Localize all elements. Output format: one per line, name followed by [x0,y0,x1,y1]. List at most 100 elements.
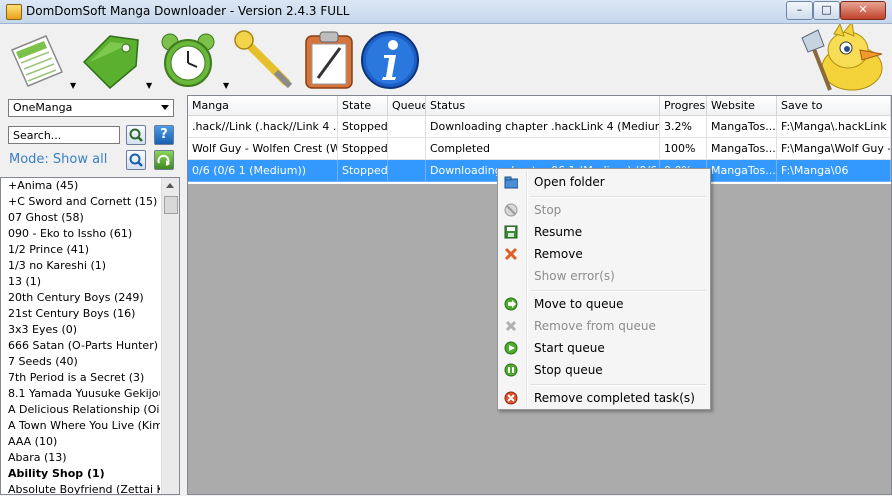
table-cell-save-to[interactable]: F:\Manga\06 [777,160,891,182]
maximize-button[interactable]: □ [813,1,840,20]
list-item[interactable]: 7th Period is a Secret (3) [1,370,160,386]
menu-item-label: Remove [534,247,583,261]
list-item[interactable]: 7 Seeds (40) [1,354,160,370]
list-item[interactable]: 3x3 Eyes (0) [1,322,160,338]
menu-item-label: Remove completed task(s) [534,391,695,405]
remove-x-icon [504,247,518,261]
list-item[interactable]: Ability Shop (1) [1,466,160,482]
list-item[interactable]: 21st Century Boys (16) [1,306,160,322]
column-header-progress[interactable]: Progress [660,96,707,116]
pause-icon [504,363,518,377]
list-item[interactable]: 20th Century Boys (249) [1,290,160,306]
list-dropdown-arrow[interactable]: ▼ [70,81,76,90]
search-input[interactable] [8,126,120,144]
table-cell-status[interactable]: Completed [426,138,660,160]
list-icon[interactable] [6,32,66,90]
folder-icon [504,176,518,189]
title-bar: DomDomSoft Manga Downloader - Version 2.… [0,0,892,24]
info-icon[interactable] [360,30,420,90]
table-cell-progress[interactable]: 100% [660,138,707,160]
column-header-website[interactable]: Website [707,96,777,116]
table-cell-queue[interactable] [388,160,426,182]
menu-separator [530,290,706,292]
list-item[interactable]: 07 Ghost (58) [1,210,160,226]
menu-separator [530,196,706,198]
list-item[interactable]: 13 (1) [1,274,160,290]
table-cell-status[interactable]: Downloading chapter .hackLink 4 (Medium-… [426,116,660,138]
clipboard-pen-icon[interactable] [304,30,356,90]
manga-list[interactable]: +Anima (45) +C Sword and Cornett (15) 07 G… [0,177,180,495]
menu-item-label: Stop [534,203,562,217]
filter-search-button[interactable] [126,150,146,170]
clear-completed-icon [504,391,518,405]
site-select[interactable]: OneManga [8,99,174,117]
list-item[interactable]: AAA (10) [1,434,160,450]
list-item[interactable]: 090 - Eko to Issho (61) [1,226,160,242]
menu-item-start-queue[interactable]: Start queue [500,337,708,359]
menu-item-remove-completed-task-s[interactable]: Remove completed task(s) [500,387,708,409]
toolbar: ▼ ▼ ▼ [0,24,892,94]
list-item[interactable]: Absolute Boyfriend (Zettai Kare [1,482,160,494]
tag-dropdown-arrow[interactable]: ▼ [146,81,152,90]
table-cell-manga[interactable]: Wolf Guy - Wolfen Crest (W... [188,138,338,160]
play-icon [504,341,518,355]
menu-item-move-to-queue[interactable]: Move to queue [500,293,708,315]
table-cell-website[interactable]: MangaTos... [707,116,777,138]
table-cell-state[interactable]: Stopped [338,116,388,138]
table-cell-manga[interactable]: 0/6 (0/6 1 (Medium)) [188,160,338,182]
list-scrollbar[interactable] [161,178,179,494]
scroll-up-icon[interactable] [166,183,174,188]
table-cell-state[interactable]: Stopped [338,160,388,182]
save-icon [504,225,518,239]
close-button[interactable]: ✕ [840,1,886,20]
list-item[interactable]: A Town Where You Live (Kimi n [1,418,160,434]
stop-icon [504,203,518,217]
app-icon [6,4,22,20]
list-item[interactable]: +Anima (45) [1,178,160,194]
list-item[interactable]: 8.1 Yamada Yuusuke Gekijou (: [1,386,160,402]
menu-item-resume[interactable]: Resume [500,221,708,243]
table-cell-state[interactable]: Stopped [338,138,388,160]
menu-item-remove[interactable]: Remove [500,243,708,265]
site-select-value: OneManga [13,101,73,114]
menu-item-label: Resume [534,225,583,239]
list-item[interactable]: 666 Satan (O-Parts Hunter) (76 [1,338,160,354]
search-button[interactable] [126,125,146,145]
tag-icon[interactable] [80,32,142,90]
magnifier-icon [129,153,143,167]
table-cell-website[interactable]: MangaTos... [707,138,777,160]
list-item[interactable]: 1/3 no Kareshi (1) [1,258,160,274]
column-header-status[interactable]: Status [426,96,660,116]
alarm-clock-icon[interactable] [158,30,220,90]
list-item[interactable]: +C Sword and Cornett (15) [1,194,160,210]
mode-label: Mode: Show all [9,152,108,167]
menu-item-show-error-s: Show error(s) [500,265,708,287]
column-header-save-to[interactable]: Save to [777,96,891,116]
table-cell-manga[interactable]: .hack//Link (.hack//Link 4 ... [188,116,338,138]
menu-item-label: Remove from queue [534,319,656,333]
scroll-thumb[interactable] [164,196,178,214]
minimize-button[interactable]: – [786,1,813,20]
tools-icon[interactable] [232,30,296,90]
table-cell-save-to[interactable]: F:\Manga\Wolf Guy - [777,138,891,160]
menu-separator [530,384,706,386]
clock-dropdown-arrow[interactable]: ▼ [223,81,229,90]
table-cell-queue[interactable] [388,138,426,160]
table-cell-progress[interactable]: 3.2% [660,116,707,138]
help-button[interactable]: ? [154,125,174,145]
list-item[interactable]: Abara (13) [1,450,160,466]
table-cell-website[interactable]: MangaTos... [707,160,777,182]
menu-item-stop-queue[interactable]: Stop queue [500,359,708,381]
chevron-down-icon [161,105,169,110]
menu-item-open-folder[interactable]: Open folder [500,171,708,193]
table-cell-save-to[interactable]: F:\Manga\.hackLink [777,116,891,138]
column-header-queue[interactable]: Queue [388,96,426,116]
list-item[interactable]: A Delicious Relationship (Oishi [1,402,160,418]
refresh-arrow-icon [157,154,170,166]
refresh-button[interactable] [154,150,174,170]
table-cell-queue[interactable] [388,116,426,138]
list-item[interactable]: 1/2 Prince (41) [1,242,160,258]
column-header-state[interactable]: State [338,96,388,116]
column-header-manga[interactable]: Manga [188,96,338,116]
remove-gray-icon [505,320,517,332]
